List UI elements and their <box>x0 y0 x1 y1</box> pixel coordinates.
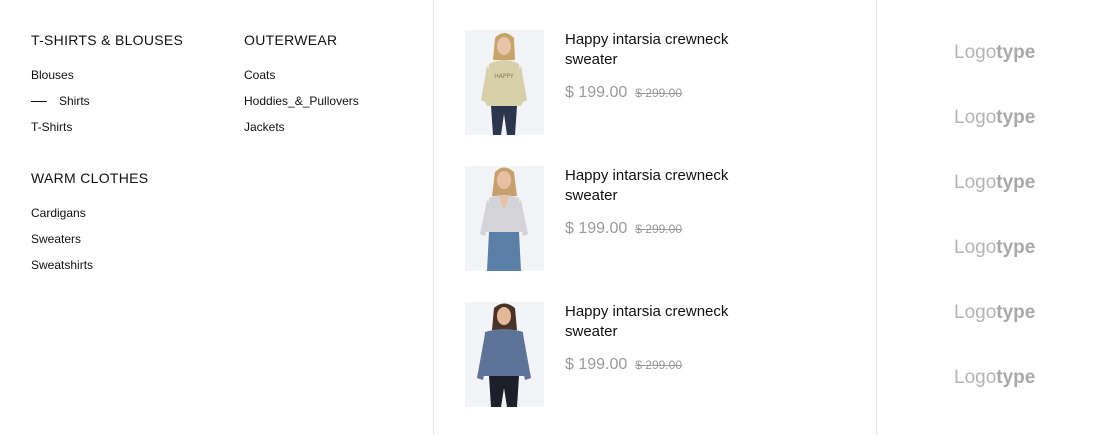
menu-item-shirts[interactable]: Shirts <box>31 88 183 114</box>
product-card[interactable]: Happy intarsia crewneck sweater $ 199.00… <box>465 302 865 408</box>
product-card[interactable]: Happy intarsia crewneck sweater $ 199.00… <box>465 166 865 272</box>
product-image[interactable]: HAPPY <box>465 30 544 135</box>
menu-item-hoodies-pullovers[interactable]: Hoddies_&_Pullovers <box>244 88 359 114</box>
menu-item-label: Coats <box>244 68 276 82</box>
menu-item-blouses[interactable]: Blouses <box>31 62 183 88</box>
menu-item-coats[interactable]: Coats <box>244 62 359 88</box>
mega-menu-categories: T-SHIRTS & BLOUSES Blouses Shirts T-Shir… <box>0 0 433 435</box>
product-card[interactable]: HAPPY Happy intarsia crewneck sweater $ … <box>465 30 865 136</box>
product-price: $ 199.00 $ 299.00 <box>565 356 682 374</box>
menu-item-label: Sweatshirts <box>31 258 94 272</box>
current-price: $ 199.00 <box>565 220 628 237</box>
product-price: $ 199.00 $ 299.00 <box>565 220 682 238</box>
brand-logo[interactable]: Logotype <box>954 302 1035 324</box>
menu-item-label: Sweaters <box>31 232 82 246</box>
old-price: $ 299.00 <box>635 358 682 372</box>
current-price: $ 199.00 <box>565 84 628 101</box>
old-price: $ 299.00 <box>635 86 682 100</box>
product-image[interactable] <box>465 166 544 271</box>
product-price: $ 199.00 $ 299.00 <box>565 84 682 102</box>
product-name[interactable]: Happy intarsia crewneck sweater <box>565 30 755 70</box>
brand-logo[interactable]: Logotype <box>954 107 1035 129</box>
menu-group-title: OUTERWEAR <box>244 32 338 48</box>
product-name[interactable]: Happy intarsia crewneck sweater <box>565 166 755 206</box>
current-price: $ 199.00 <box>565 356 628 373</box>
svg-text:HAPPY: HAPPY <box>494 73 514 80</box>
product-image[interactable] <box>465 302 544 407</box>
menu-group-title: T-SHIRTS & BLOUSES <box>31 32 184 48</box>
menu-group-tshirts-blouses: T-SHIRTS & BLOUSES Blouses Shirts T-Shir… <box>31 31 183 140</box>
menu-item-label: T-Shirts <box>31 120 73 134</box>
menu-item-label: Jackets <box>244 120 285 134</box>
menu-group-outerwear: OUTERWEAR Coats Hoddies_&_Pullovers Jack… <box>244 31 359 140</box>
brand-logo[interactable]: Logotype <box>954 172 1035 194</box>
brand-logos: Logotype Logotype Logotype Logotype Logo… <box>877 0 1110 435</box>
active-indicator <box>31 100 47 102</box>
menu-item-cardigans[interactable]: Cardigans <box>31 200 148 226</box>
featured-products: HAPPY Happy intarsia crewneck sweater $ … <box>434 0 876 435</box>
menu-group-title: WARM CLOTHES <box>31 170 149 186</box>
old-price: $ 299.00 <box>635 222 682 236</box>
menu-item-label: Hoddies_&_Pullovers <box>244 94 359 108</box>
product-name[interactable]: Happy intarsia crewneck sweater <box>565 302 755 342</box>
menu-item-jackets[interactable]: Jackets <box>244 114 359 140</box>
menu-item-label: Shirts <box>59 94 90 108</box>
menu-item-label: Blouses <box>31 68 74 82</box>
brand-logo[interactable]: Logotype <box>954 237 1035 259</box>
menu-item-label: Cardigans <box>31 206 86 220</box>
menu-item-tshirts[interactable]: T-Shirts <box>31 114 183 140</box>
menu-group-warm-clothes: WARM CLOTHES Cardigans Sweaters Sweatshi… <box>31 169 148 278</box>
menu-item-sweaters[interactable]: Sweaters <box>31 226 148 252</box>
brand-logo[interactable]: Logotype <box>954 42 1035 64</box>
menu-item-sweatshirts[interactable]: Sweatshirts <box>31 252 148 278</box>
brand-logo[interactable]: Logotype <box>954 367 1035 389</box>
